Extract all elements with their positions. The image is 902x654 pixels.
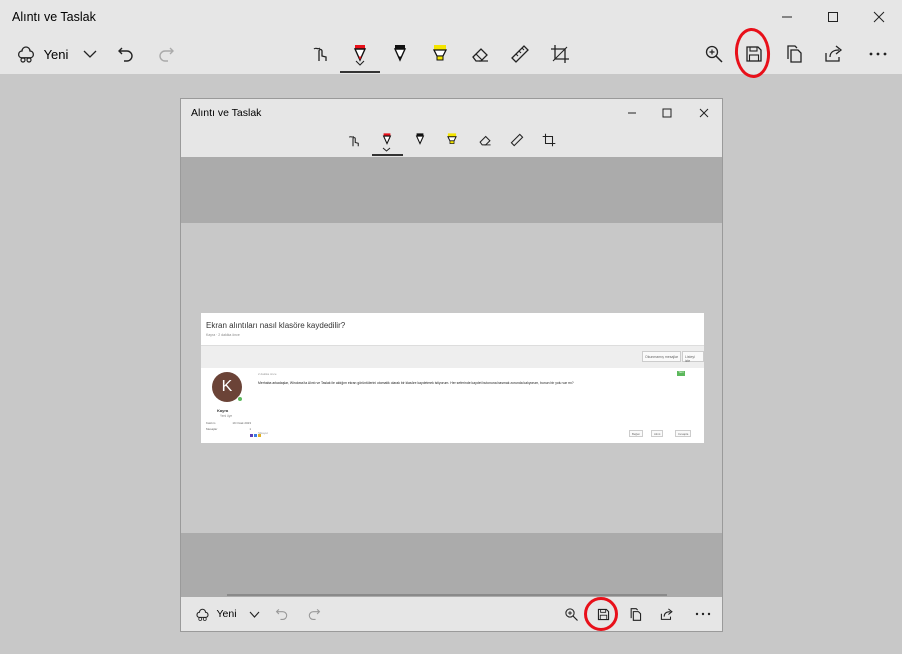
post-text: Merhaba arkadaşlar, Windows'ta Alıntı ve… bbox=[258, 381, 574, 385]
pen-options-chevron[interactable] bbox=[351, 56, 369, 70]
captured-snip-window: Alıntı ve Taslak Ekran alıntıları nasıl … bbox=[180, 98, 723, 632]
title-bar: Alıntı ve Taslak bbox=[0, 0, 902, 34]
window-title: Alıntı ve Taslak bbox=[12, 10, 96, 24]
ruler-button[interactable] bbox=[505, 34, 535, 74]
undo-button[interactable] bbox=[112, 34, 140, 74]
inner-eraser-icon bbox=[479, 135, 491, 146]
inner-zoom bbox=[561, 597, 581, 631]
inner-ballpoint-pen-icon bbox=[382, 133, 392, 145]
inner-more-icon bbox=[695, 612, 711, 616]
new-snip-button[interactable]: Yeni bbox=[12, 34, 72, 74]
new-label: Yeni bbox=[43, 46, 69, 62]
inner-new-label: Yeni bbox=[216, 608, 237, 620]
more-options-button[interactable] bbox=[862, 34, 894, 74]
inner-undo-icon bbox=[275, 608, 288, 620]
redo-button[interactable] bbox=[152, 34, 180, 74]
report-link: Şikayet bbox=[258, 431, 268, 435]
inner-share-icon bbox=[660, 607, 673, 620]
inner-selected-tool-indicator bbox=[372, 154, 403, 156]
close-icon bbox=[873, 11, 885, 23]
online-indicator bbox=[237, 396, 243, 402]
inner-redo bbox=[305, 597, 323, 631]
undo-icon bbox=[118, 47, 133, 62]
inner-more bbox=[691, 597, 715, 631]
more-icon bbox=[869, 52, 887, 56]
share-icon bbox=[825, 45, 843, 62]
crop-button[interactable] bbox=[545, 34, 575, 74]
minimize-button[interactable] bbox=[764, 0, 810, 34]
eraser-icon bbox=[472, 48, 488, 62]
new-mode-dropdown[interactable] bbox=[78, 34, 102, 74]
inner-new-snip: Yeni bbox=[191, 597, 241, 631]
maximize-button[interactable] bbox=[810, 0, 856, 34]
eraser-button[interactable] bbox=[465, 34, 495, 74]
inner-minimize-icon bbox=[628, 112, 636, 114]
zoom-in-icon bbox=[705, 45, 723, 63]
inner-title-bar: Alıntı ve Taslak bbox=[181, 99, 722, 127]
user-name: Kayra bbox=[217, 408, 229, 413]
ruler-icon bbox=[511, 45, 529, 63]
inner-bottom-toolbar: Yeni bbox=[181, 597, 722, 631]
inner-share bbox=[657, 597, 677, 631]
user-role: Yeni üye bbox=[220, 414, 233, 418]
inner-copy-icon bbox=[630, 607, 641, 621]
inner-maximize-icon bbox=[662, 108, 672, 118]
forum-screenshot: Ekran alıntıları nasıl klasöre kaydedili… bbox=[201, 313, 704, 443]
selected-tool-indicator bbox=[340, 71, 380, 73]
inner-highlighter-icon bbox=[447, 133, 457, 144]
pencil-button[interactable] bbox=[385, 34, 415, 74]
share-button[interactable] bbox=[820, 34, 848, 74]
inner-window-title: Alıntı ve Taslak bbox=[191, 107, 262, 119]
close-button[interactable] bbox=[856, 0, 902, 34]
inner-chevron-down-icon bbox=[382, 147, 391, 152]
copy-icon bbox=[787, 45, 802, 63]
watch-button: Listeyi izle bbox=[682, 351, 704, 363]
inner-canvas-margin-bottom bbox=[181, 533, 722, 597]
forum-post: K Kayra Yeni üye Katılım 19 Ocak 2023 Mes… bbox=[201, 368, 704, 443]
like-button: Beğen bbox=[629, 430, 644, 437]
touch-writing-button[interactable] bbox=[306, 34, 336, 74]
new-snip-icon bbox=[17, 46, 34, 63]
unread-button: Okunmamış mesajlar bbox=[642, 351, 682, 362]
highlighter-button[interactable] bbox=[425, 34, 455, 74]
inner-crop-icon bbox=[542, 133, 556, 147]
pencil-icon bbox=[393, 45, 407, 62]
inner-scrollbar bbox=[227, 594, 667, 596]
crop-icon bbox=[551, 45, 569, 63]
minimize-icon bbox=[782, 16, 792, 18]
maximize-icon bbox=[828, 12, 838, 22]
quote-button: Alıntı bbox=[651, 430, 664, 437]
touch-writing-icon bbox=[313, 47, 327, 61]
user-stat: Mesajlar 1 bbox=[206, 427, 251, 431]
inner-chevron-down-icon bbox=[249, 611, 259, 618]
user-stat: Katılım 19 Ocak 2023 bbox=[206, 421, 251, 425]
highlighter-icon bbox=[432, 45, 448, 61]
thread-title: Ekran alıntıları nasıl klasöre kaydedili… bbox=[206, 321, 346, 330]
inner-close-icon bbox=[699, 108, 709, 118]
inner-canvas-margin-top bbox=[181, 157, 722, 223]
chevron-down-icon bbox=[355, 60, 365, 66]
thread-action-bar: Okunmamış mesajlar Listeyi izle bbox=[201, 346, 704, 368]
inner-new-dropdown bbox=[245, 597, 263, 631]
redo-icon bbox=[159, 47, 174, 62]
inner-redo-icon bbox=[308, 608, 321, 620]
copy-button[interactable] bbox=[780, 34, 808, 74]
zoom-button[interactable] bbox=[700, 34, 728, 74]
inner-copy bbox=[625, 597, 645, 631]
new-badge: Yeni bbox=[677, 371, 685, 376]
inner-ruler-icon bbox=[510, 133, 524, 147]
red-annotation-circle-inner bbox=[584, 597, 618, 631]
reply-button: Cevapla bbox=[675, 430, 692, 437]
post-date: 2 dakika önce bbox=[258, 372, 277, 376]
thread-meta: Kayra · 2 dakika önce bbox=[206, 333, 240, 337]
inner-touch-writing-icon bbox=[348, 136, 359, 147]
forum-thread-header: Ekran alıntıları nasıl klasöre kaydedili… bbox=[201, 313, 704, 346]
inner-new-snip-icon bbox=[196, 608, 209, 621]
chevron-down-icon bbox=[83, 50, 97, 58]
inner-zoom-in-icon bbox=[564, 607, 578, 621]
inner-pencil-icon bbox=[415, 133, 425, 145]
inner-toolbar bbox=[181, 127, 722, 157]
inner-undo bbox=[273, 597, 291, 631]
